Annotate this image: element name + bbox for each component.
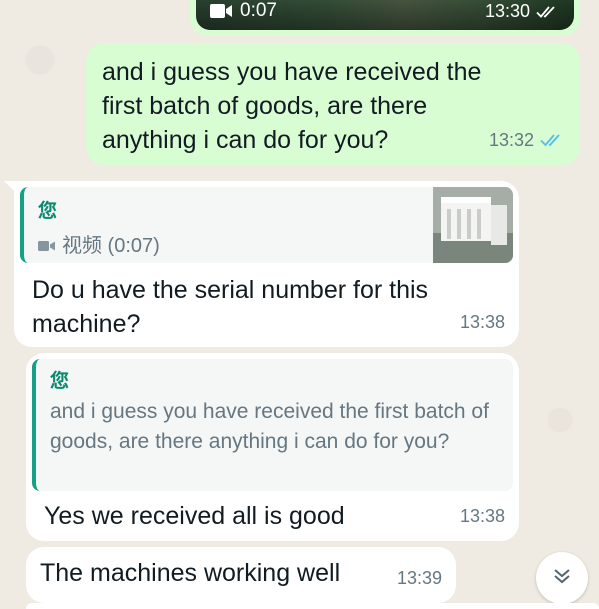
message-meta: 13:32	[489, 123, 566, 157]
quoted-text-message[interactable]: 您 and i guess you have received the firs…	[32, 359, 513, 491]
message-time: 13:38	[459, 312, 505, 332]
video-timestamp: 13:30	[485, 1, 560, 22]
message-text: and i guess you have received the first …	[102, 58, 482, 154]
read-receipt-icon	[536, 5, 560, 19]
outgoing-video-message[interactable]: 0:07 13:30	[190, 0, 580, 36]
video-time: 13:30	[484, 1, 530, 21]
outgoing-message[interactable]: and i guess you have received the first …	[86, 43, 580, 165]
quote-video-label-row: 视频 (0:07)	[38, 229, 501, 263]
double-chevron-down-icon	[550, 564, 574, 593]
quote-text: and i guess you have received the first …	[50, 400, 489, 453]
message-meta: 13:39	[397, 561, 442, 595]
quote-video-label: 视频 (0:07)	[62, 235, 160, 257]
message-time: 13:39	[396, 568, 442, 588]
quoted-video-message[interactable]: 您 视频 (0:07)	[20, 187, 513, 263]
incoming-message-reply-text[interactable]: 您 and i guess you have received the firs…	[26, 353, 519, 541]
incoming-message[interactable]: The machines working well 13:39	[26, 547, 456, 603]
message-text: Do u have the serial number for this mac…	[32, 276, 429, 338]
incoming-message-reply-video[interactable]: 您 视频 (0:07) Do u have the serial number …	[4, 181, 519, 347]
message-meta: 13:38	[460, 499, 505, 533]
next-message-edge	[26, 603, 599, 609]
video-camera-icon	[38, 229, 56, 263]
video-camera-icon	[210, 4, 232, 18]
message-time: 13:38	[459, 506, 505, 526]
read-receipt-icon	[540, 132, 566, 148]
message-time: 13:32	[488, 130, 534, 150]
video-thumbnail[interactable]: 0:07 13:30	[196, 0, 574, 30]
message-text: The machines working well	[40, 559, 341, 587]
quoted-video-thumbnail	[433, 187, 513, 263]
video-duration-overlay: 0:07	[210, 0, 277, 22]
message-text: Yes we received all is good	[44, 502, 345, 530]
video-duration: 0:07	[240, 0, 277, 21]
quote-author: 您	[50, 371, 70, 392]
quote-author: 您	[38, 201, 58, 222]
message-meta: 13:38	[460, 305, 505, 339]
scroll-to-bottom-button[interactable]	[536, 552, 588, 604]
